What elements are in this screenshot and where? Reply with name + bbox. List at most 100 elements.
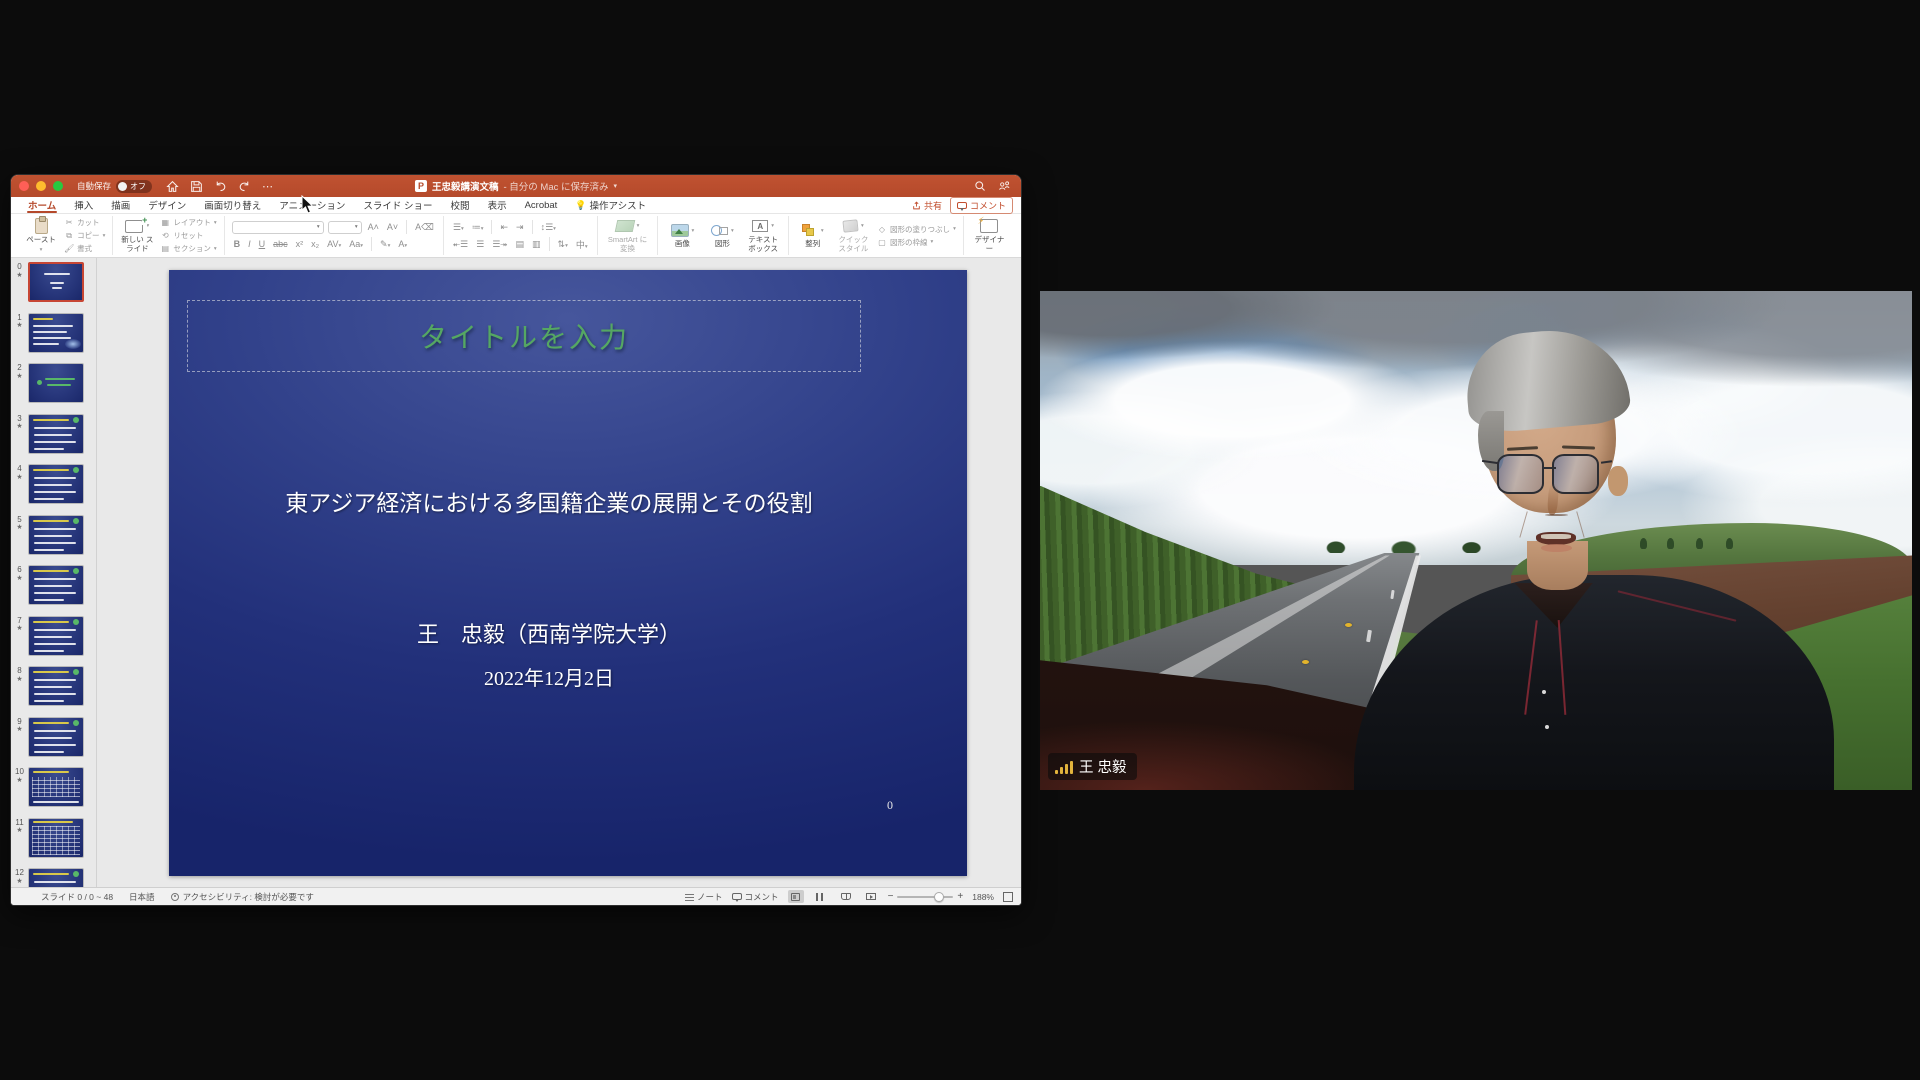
convert-smartart-button[interactable]: ▾ SmartArt に変換 <box>605 218 651 253</box>
slide-thumbnail-11[interactable]: 11★ <box>11 818 96 858</box>
more-icon[interactable]: ⋯ <box>262 180 274 193</box>
font-color-button[interactable]: A▾ <box>396 239 409 249</box>
tab-1[interactable]: 挿入 <box>65 197 102 213</box>
quick-styles-button[interactable]: ▾ クイック スタイル <box>836 218 871 253</box>
slide-title-placeholder[interactable]: タイトルを入力 <box>187 300 861 372</box>
thumbnail-preview[interactable] <box>28 717 84 757</box>
fullscreen-icon[interactable] <box>1003 892 1013 902</box>
increase-indent-button[interactable]: ⇥ <box>514 222 526 233</box>
share-presence-icon[interactable] <box>998 180 1011 192</box>
reading-view-button[interactable] <box>838 890 854 903</box>
format-painter-button[interactable]: 🖌書式 <box>64 243 105 254</box>
home-icon[interactable] <box>166 180 179 193</box>
tab-2[interactable]: 描画 <box>102 197 139 213</box>
designer-button[interactable]: デザイナー <box>971 218 1008 253</box>
tab-3[interactable]: デザイン <box>139 197 195 213</box>
save-icon[interactable] <box>190 180 203 193</box>
thumbnail-preview[interactable] <box>28 565 84 605</box>
bold-button[interactable]: B <box>232 239 243 249</box>
slide-thumbnail-7[interactable]: 7★ <box>11 616 96 656</box>
tab-9[interactable]: Acrobat <box>516 197 567 213</box>
picture-button[interactable]: ▾ 画像 <box>665 222 699 249</box>
text-direction-button[interactable]: ⇅▾ <box>556 239 570 250</box>
thumbnail-preview[interactable] <box>28 868 84 887</box>
grow-font-button[interactable]: A˄ <box>366 222 381 232</box>
columns-button[interactable]: ▥ <box>530 239 543 250</box>
autosave-toggle[interactable]: オフ <box>116 180 152 193</box>
accessibility-checker[interactable]: アクセシビリティ: 検討が必要です <box>171 891 314 903</box>
align-right-button[interactable]: ☰⯮ <box>490 239 509 250</box>
slide-date-line[interactable]: 2022年12月2日 <box>169 662 929 691</box>
tab-8[interactable]: 表示 <box>479 197 516 213</box>
strikethrough-button[interactable]: abc <box>271 239 290 249</box>
zoom-button[interactable] <box>53 181 63 191</box>
reset-button[interactable]: ⟲リセット <box>160 230 216 241</box>
zoom-percentage[interactable]: 188% <box>972 892 994 902</box>
undo-icon[interactable] <box>214 180 227 193</box>
zoom-knob[interactable] <box>934 892 944 902</box>
slide-thumbnail-4[interactable]: 4★ <box>11 464 96 504</box>
close-button[interactable] <box>19 181 29 191</box>
slide-thumbnail-10[interactable]: 10★ <box>11 767 96 807</box>
zoom-out-button[interactable]: − <box>888 891 894 902</box>
align-left-button[interactable]: ⯬☰ <box>451 239 470 250</box>
new-slide-button[interactable]: ▾ 新しい スライド <box>120 218 154 253</box>
copy-button[interactable]: ⧉コピー ▾ <box>64 230 105 241</box>
tab-7[interactable]: 校閲 <box>442 197 479 213</box>
comments-button[interactable]: コメント <box>950 197 1013 214</box>
section-button[interactable]: ▤セクション ▾ <box>160 243 216 254</box>
thumbnail-preview[interactable] <box>28 616 84 656</box>
shapes-button[interactable]: ▾ 図形 <box>705 222 739 249</box>
zoom-track[interactable] <box>897 896 953 898</box>
minimize-button[interactable] <box>36 181 46 191</box>
tab-10[interactable]: 💡操作アシスト <box>566 197 655 213</box>
share-button[interactable]: 共有 <box>912 199 942 212</box>
line-spacing-button[interactable]: ↕☰▾ <box>539 222 558 233</box>
slide-thumbnail-12[interactable]: 12★ <box>11 868 96 887</box>
document-title[interactable]: P 王忠毅講演文稿 - 自分の Mac に保存済み ▾ <box>415 179 617 193</box>
search-icon[interactable] <box>974 180 986 192</box>
notes-button[interactable]: ノート <box>685 891 723 903</box>
slide-thumbnail-1[interactable]: 1★ <box>11 313 96 353</box>
thumbnail-preview[interactable] <box>28 515 84 555</box>
slide-canvas[interactable]: タイトルを入力 東アジア経済における多国籍企業の展開とその役割 王 忠毅（西南学… <box>169 270 967 876</box>
paste-button[interactable]: ペースト ▾ <box>24 218 58 253</box>
character-spacing-button[interactable]: AV▾ <box>325 239 343 249</box>
align-text-button[interactable]: 中▾ <box>574 238 590 251</box>
tab-6[interactable]: スライド ショー <box>354 197 441 213</box>
italic-button[interactable]: I <box>246 239 253 249</box>
align-center-button[interactable]: ☰ <box>474 239 486 250</box>
thumbnail-preview[interactable] <box>28 414 84 454</box>
decrease-indent-button[interactable]: ⇤ <box>498 222 510 233</box>
thumbnail-preview[interactable] <box>28 262 84 302</box>
comments-pane-button[interactable]: コメント <box>732 891 779 903</box>
slide-thumbnail-9[interactable]: 9★ <box>11 717 96 757</box>
shrink-font-button[interactable]: A˅ <box>385 222 400 232</box>
zoom-slider[interactable]: − + <box>888 891 964 902</box>
subscript-button[interactable]: x₂ <box>309 239 321 249</box>
bullets-button[interactable]: ☰▾ <box>451 222 466 233</box>
redo-icon[interactable] <box>238 180 251 193</box>
slide-subtitle-line1[interactable]: 東アジア経済における多国籍企業の展開とその役割 <box>169 484 929 518</box>
language-indicator[interactable]: 日本語 <box>129 891 155 903</box>
thumbnail-preview[interactable] <box>28 313 84 353</box>
participant-video[interactable]: 王 忠毅 <box>1040 291 1912 790</box>
slide-thumbnail-6[interactable]: 6★ <box>11 565 96 605</box>
autosave-control[interactable]: 自動保存 オフ <box>77 180 152 193</box>
text-highlight-button[interactable]: ✎▾ <box>378 239 392 250</box>
thumbnail-preview[interactable] <box>28 464 84 504</box>
zoom-in-button[interactable]: + <box>957 891 963 902</box>
tab-0[interactable]: ホーム <box>19 197 65 213</box>
arrange-button[interactable]: ▾ 整列 <box>796 222 830 249</box>
underline-button[interactable]: U <box>257 239 268 249</box>
change-case-button[interactable]: Aa▾ <box>347 239 365 249</box>
thumbnail-preview[interactable] <box>28 767 84 807</box>
shape-fill-button[interactable]: ◇図形の塗りつぶし ▾ <box>877 224 956 235</box>
justify-button[interactable]: ▤ <box>514 239 527 250</box>
slide-thumbnail-3[interactable]: 3★ <box>11 414 96 454</box>
textbox-button[interactable]: A▾ テキスト ボックス <box>745 218 780 253</box>
shape-outline-button[interactable]: ▢図形の枠線 ▾ <box>877 237 956 248</box>
slide-thumbnail-0[interactable]: 0★ <box>11 262 96 302</box>
cut-button[interactable]: ✂カット <box>64 217 105 228</box>
slide-thumbnail-8[interactable]: 8★ <box>11 666 96 706</box>
